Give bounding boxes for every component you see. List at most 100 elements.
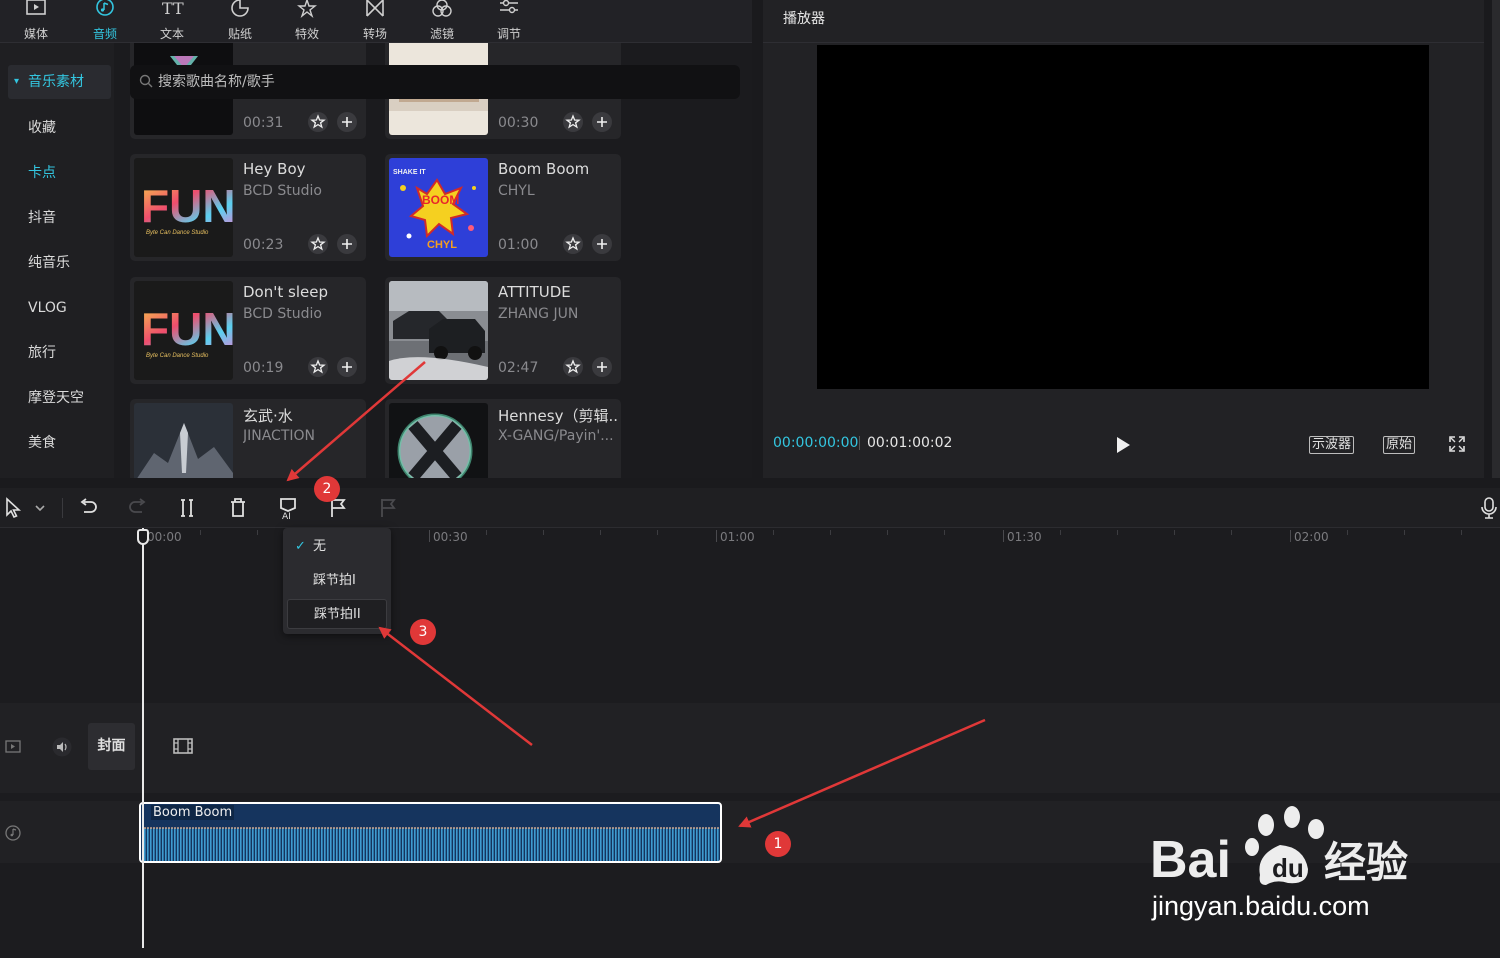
menu-item-none[interactable]: ✓ 无	[287, 532, 387, 562]
star-icon[interactable]	[308, 112, 328, 132]
playhead-handle[interactable]	[137, 529, 149, 545]
menu-item-beat-1[interactable]: 踩节拍I	[287, 566, 387, 596]
tab-effects-label: 特效	[294, 27, 319, 41]
sidebar-item-music[interactable]: 音乐素材	[8, 65, 111, 99]
tab-filter[interactable]: 滤镜	[414, 0, 470, 43]
tab-media[interactable]: 媒体	[8, 0, 64, 43]
total-time: 00:01:00:02	[867, 435, 953, 451]
sidebar-item-douyin[interactable]: 抖音	[8, 201, 111, 235]
sidebar-item-modern-sky[interactable]: 摩登天空	[8, 381, 111, 415]
select-cursor-icon[interactable]	[2, 496, 26, 520]
menu-item-label: 无	[313, 539, 327, 554]
video-preview[interactable]	[817, 45, 1429, 389]
sidebar-item-travel[interactable]: 旅行	[8, 336, 111, 370]
sidebar-item-beat[interactable]: 卡点	[8, 156, 111, 190]
chevron-down-icon[interactable]	[30, 496, 50, 520]
song-card[interactable]: 玄武·水 JINACTION	[130, 399, 366, 478]
song-artist: ZHANG JUN	[498, 306, 579, 322]
tab-sticker[interactable]: 贴纸	[212, 0, 268, 43]
fullscreen-icon[interactable]	[1449, 436, 1465, 452]
annotation-badge-3: 3	[410, 619, 436, 645]
ruler-label: 01:00	[720, 530, 755, 544]
star-icon[interactable]	[563, 234, 583, 254]
tab-transition[interactable]: 转场	[347, 0, 403, 43]
sidebar-item-vlog[interactable]: VLOG	[8, 291, 111, 325]
audio-clip[interactable]: Boom Boom	[139, 802, 722, 863]
song-card[interactable]: Hennesy（剪辑... X-GANG/Payin'...	[385, 399, 621, 478]
song-title: Hey Boy	[243, 160, 306, 178]
song-thumbnail: FUN Byte Can Dance Studio	[134, 158, 233, 257]
song-duration: 02:47	[498, 360, 539, 376]
thumb-boom-subtext: CHYL	[427, 239, 457, 251]
audio-clip-name: Boom Boom	[151, 805, 235, 820]
menu-item-beat-2[interactable]: 踩节拍II	[287, 599, 387, 629]
song-artist: X-GANG/Payin'...	[498, 428, 614, 444]
current-time: 00:00:00:00	[773, 435, 859, 451]
search-input[interactable]	[158, 65, 718, 99]
plus-icon[interactable]	[592, 357, 612, 377]
song-title: 玄武·水	[243, 407, 293, 425]
microphone-icon[interactable]	[1480, 496, 1498, 520]
delete-icon[interactable]	[226, 496, 250, 520]
speaker-icon[interactable]	[52, 737, 72, 757]
auto-beat-icon[interactable]: AI	[276, 496, 300, 520]
tab-adjust[interactable]: 调节	[481, 0, 537, 43]
song-artist: CHYL	[498, 183, 535, 199]
ruler-label: 02:00	[1294, 530, 1329, 544]
sidebar-item-pure-music[interactable]: 纯音乐	[8, 246, 111, 280]
playhead[interactable]	[142, 528, 144, 948]
plus-icon[interactable]	[337, 234, 357, 254]
star-icon[interactable]	[308, 357, 328, 377]
tab-audio[interactable]: 音频	[77, 0, 133, 43]
song-card[interactable]: ATTITUDE ZHANG JUN 02:47	[385, 277, 621, 384]
oscilloscope-button[interactable]: 示波器	[1309, 436, 1355, 454]
play-icon[interactable]	[1113, 434, 1133, 456]
tab-media-label: 媒体	[23, 27, 48, 41]
song-card[interactable]: BOOM CHYL SHAKE IT Boom Boom CHYL 01:00	[385, 154, 621, 261]
ruler-minor-tick	[1231, 530, 1232, 535]
tab-effects[interactable]: 特效	[279, 0, 335, 43]
original-ratio-button[interactable]: 原始	[1383, 436, 1416, 454]
cover-button[interactable]: 封面	[88, 723, 135, 770]
track-audio-icon[interactable]	[4, 824, 22, 842]
tab-sticker-label: 贴纸	[227, 27, 252, 41]
sidebar-item-favorites[interactable]: 收藏	[8, 111, 111, 145]
thumb-fun-subtext: Byte Can Dance Studio	[146, 230, 209, 236]
sidebar-item-food[interactable]: 美食	[8, 426, 111, 460]
thumb-boom-text: BOOM	[422, 193, 459, 207]
ruler-minor-tick	[257, 530, 258, 535]
ruler-minor-tick	[1060, 530, 1061, 535]
song-card[interactable]: FUN Byte Can Dance Studio Hey Boy BCD St…	[130, 154, 366, 261]
plus-icon[interactable]	[337, 112, 357, 132]
menu-item-label: 踩节拍II	[314, 607, 361, 622]
thumb-fun-text: FUN	[141, 303, 233, 355]
top-toolbar: 媒体 音频 TT 文本 贴纸 特效 转场 滤镜 调节	[0, 0, 752, 43]
remove-marker-icon[interactable]	[376, 496, 400, 520]
redo-icon[interactable]	[126, 496, 150, 520]
ruler-tick	[716, 530, 717, 542]
track-video-icon[interactable]	[4, 739, 22, 755]
plus-icon[interactable]	[592, 112, 612, 132]
video-track[interactable]	[0, 703, 1500, 793]
undo-icon[interactable]	[76, 496, 100, 520]
song-card[interactable]: FUN Byte Can Dance Studio Don't sleep BC…	[130, 277, 366, 384]
ruler-minor-tick	[1461, 530, 1462, 535]
ruler-minor-tick	[830, 530, 831, 535]
baidu-logo: Bai du 经验	[1150, 806, 1408, 889]
star-icon[interactable]	[563, 112, 583, 132]
song-duration: 00:19	[243, 360, 284, 376]
tab-text[interactable]: TT 文本	[144, 0, 200, 43]
auto-beat-menu: ✓ 无 踩节拍I 踩节拍II	[283, 528, 391, 634]
star-icon[interactable]	[308, 234, 328, 254]
film-icon[interactable]	[172, 737, 194, 755]
ruler-label: 01:30	[1007, 530, 1042, 544]
plus-icon[interactable]	[592, 234, 612, 254]
song-thumbnail: BOOM CHYL SHAKE IT	[389, 158, 488, 257]
watermark-domain: jingyan.baidu.com	[1152, 891, 1370, 921]
split-icon[interactable]	[175, 496, 199, 520]
ruler-tick	[429, 530, 430, 542]
plus-icon[interactable]	[337, 357, 357, 377]
ruler-minor-tick	[600, 530, 601, 535]
star-icon[interactable]	[563, 357, 583, 377]
song-duration: 00:30	[498, 115, 539, 131]
